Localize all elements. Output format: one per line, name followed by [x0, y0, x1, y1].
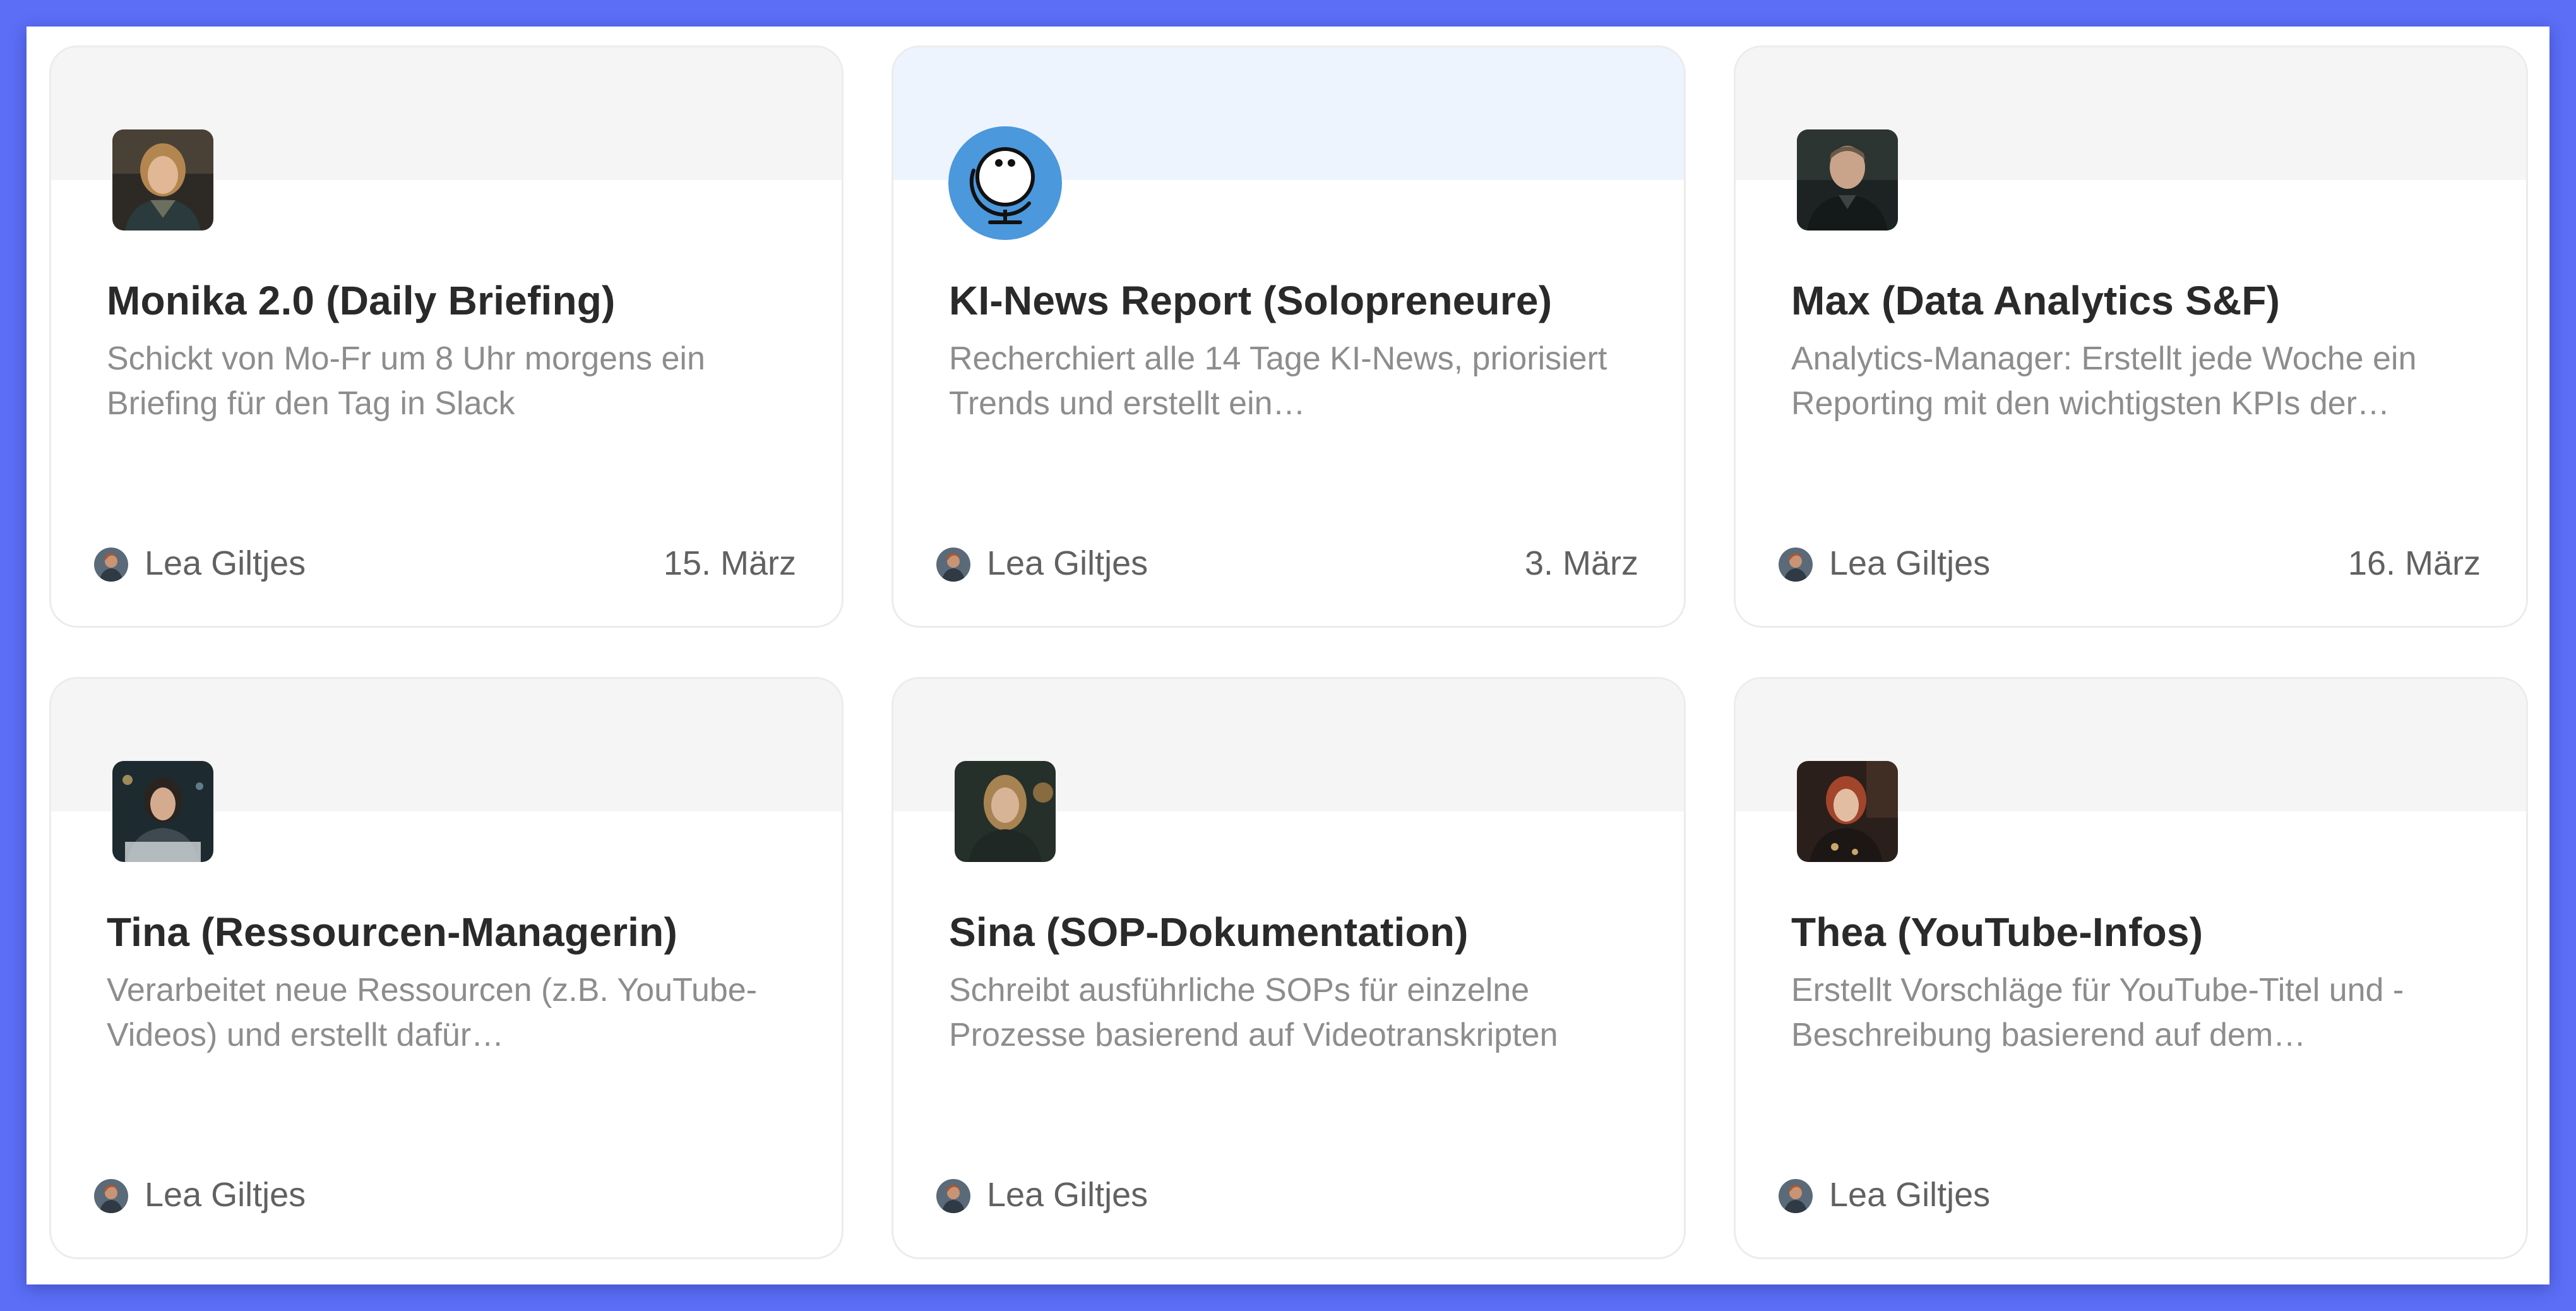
card-footer: Lea Giltjes 15. März — [94, 541, 796, 588]
card-date: 15. März — [663, 544, 796, 582]
card-date: 16. März — [2347, 544, 2481, 582]
agent-card-tina[interactable]: Tina (Ressourcen-Managerin) Verarbeitet … — [49, 677, 844, 1259]
card-footer: Lea Giltjes 3. März — [936, 541, 1638, 588]
agent-title: Tina (Ressourcen-Managerin) — [107, 909, 677, 955]
agent-avatar — [1797, 761, 1898, 862]
author-name: Lea Giltjes — [1829, 544, 1991, 582]
card-footer: Lea Giltjes — [1779, 1173, 2481, 1219]
agent-description: Schreibt ausführliche SOPs für einzelne … — [949, 972, 1558, 1053]
globe-icon — [948, 126, 1062, 240]
agent-grid: Monika 2.0 (Daily Briefing) Schickt von … — [27, 27, 2549, 1284]
author-name: Lea Giltjes — [1829, 1176, 1991, 1214]
agent-description: Schickt von Mo-Fr um 8 Uhr morgens ein B… — [107, 340, 705, 422]
agent-card-ki-news[interactable]: KI-News Report (Solopreneure) Recherchie… — [891, 45, 1686, 628]
author-avatar — [1779, 1179, 1813, 1213]
agent-avatar — [112, 129, 213, 230]
agent-description: Recherchiert alle 14 Tage KI-News, prior… — [949, 340, 1607, 422]
agent-card-monika[interactable]: Monika 2.0 (Daily Briefing) Schickt von … — [49, 45, 844, 628]
author-avatar — [94, 1179, 128, 1213]
agent-avatar — [1797, 129, 1898, 230]
agent-card-thea[interactable]: Thea (YouTube-Infos) Erstellt Vorschläge… — [1734, 677, 2528, 1259]
agent-card-max[interactable]: Max (Data Analytics S&F) Analytics-Manag… — [1734, 45, 2528, 628]
agent-title: Thea (YouTube-Infos) — [1791, 909, 2203, 955]
card-footer: Lea Giltjes — [936, 1173, 1638, 1219]
agent-description: Erstellt Vorschläge für YouTube-Titel un… — [1791, 972, 2404, 1053]
agent-description: Verarbeitet neue Ressourcen (z.B. YouTub… — [107, 972, 758, 1053]
agent-avatar — [112, 761, 213, 862]
agent-avatar — [955, 761, 1056, 862]
agent-title: Monika 2.0 (Daily Briefing) — [107, 278, 616, 323]
author-avatar — [936, 1179, 970, 1213]
card-date: 3. März — [1524, 544, 1638, 582]
agent-description: Analytics-Manager: Erstellt jede Woche e… — [1791, 340, 2417, 422]
author-avatar — [94, 548, 128, 582]
author-avatar — [936, 548, 970, 582]
agent-card-sina[interactable]: Sina (SOP-Dokumentation) Schreibt ausfüh… — [891, 677, 1686, 1259]
agent-title: Max (Data Analytics S&F) — [1791, 278, 2281, 323]
author-name: Lea Giltjes — [145, 544, 306, 582]
card-footer: Lea Giltjes 16. März — [1779, 541, 2481, 588]
agent-title: Sina (SOP-Dokumentation) — [949, 909, 1469, 955]
author-name: Lea Giltjes — [987, 544, 1148, 582]
author-name: Lea Giltjes — [987, 1176, 1148, 1214]
author-name: Lea Giltjes — [145, 1176, 306, 1214]
agent-title: KI-News Report (Solopreneure) — [949, 278, 1553, 323]
author-avatar — [1779, 548, 1813, 582]
card-footer: Lea Giltjes — [94, 1173, 796, 1219]
